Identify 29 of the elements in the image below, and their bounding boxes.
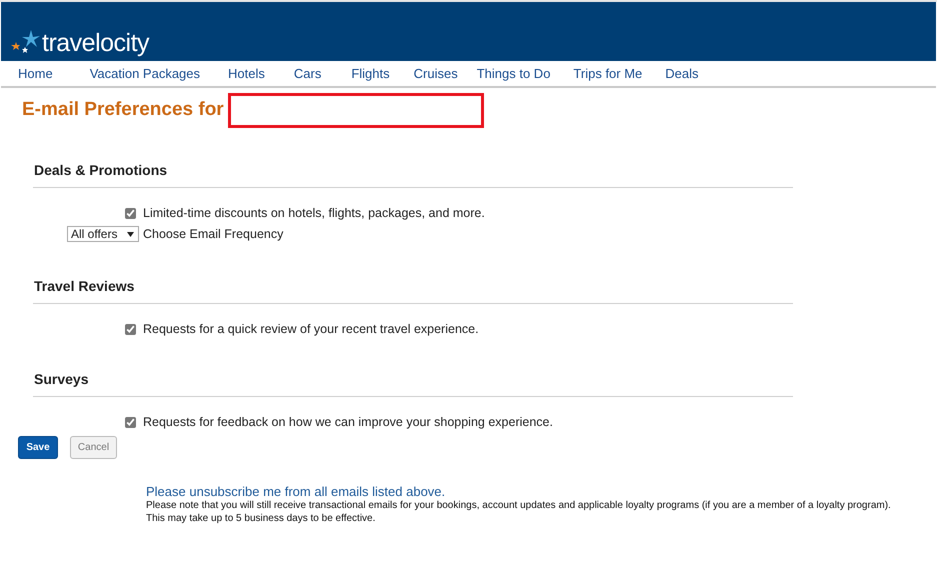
checkbox-label: Limited-time discounts on hotels, flights, packages, and more.	[143, 204, 485, 222]
page-title: E-mail Preferences for	[22, 98, 224, 122]
frequency-dropdown[interactable]: All offers	[67, 226, 139, 242]
note-text: This may take up to 5 business days to be effective.	[146, 512, 376, 525]
note-text: Please note that you will still receive transactional emails for your bookings, account updates and applicable loyalty programs (if you are a member of a loyalty program).	[146, 500, 892, 512]
checkbox-label: Requests for a quick review of your recent travel experience.	[143, 320, 479, 338]
section-heading: Surveys	[33, 369, 793, 397]
nav-link[interactable]: Vacation Packages	[90, 64, 200, 84]
section-heading: Travel Reviews	[33, 276, 793, 304]
cancel-button[interactable]: Cancel	[70, 436, 117, 459]
unsubscribe-link[interactable]: Please unsubscribe me from all emails listed above.	[146, 484, 937, 500]
nav-link[interactable]: Things to Do	[476, 64, 550, 84]
nav-link[interactable]: Cars	[294, 64, 322, 84]
nav-link[interactable]: Cruises	[414, 64, 458, 84]
nav-link[interactable]: Trips for Me	[573, 64, 642, 84]
nav-link[interactable]: Deals	[665, 64, 699, 84]
logo-text[interactable]: travelocity	[42, 31, 150, 56]
nav-link[interactable]: Hotels	[228, 64, 265, 84]
nav-link[interactable]: Home	[18, 64, 53, 84]
dropdown-label: Choose Email Frequency	[143, 226, 284, 243]
checkbox[interactable]	[125, 208, 136, 218]
section-heading: Deals & Promotions	[33, 160, 793, 188]
checkbox[interactable]	[125, 324, 136, 334]
caret-icon	[127, 232, 134, 236]
checkbox-label: Requests for feedback on how we can improve your shopping experience.	[143, 414, 553, 431]
nav-link[interactable]: Flights	[351, 64, 390, 84]
checkbox[interactable]	[125, 416, 136, 428]
save-button[interactable]: Save	[18, 436, 58, 459]
stars-logo-icon	[11, 28, 41, 56]
